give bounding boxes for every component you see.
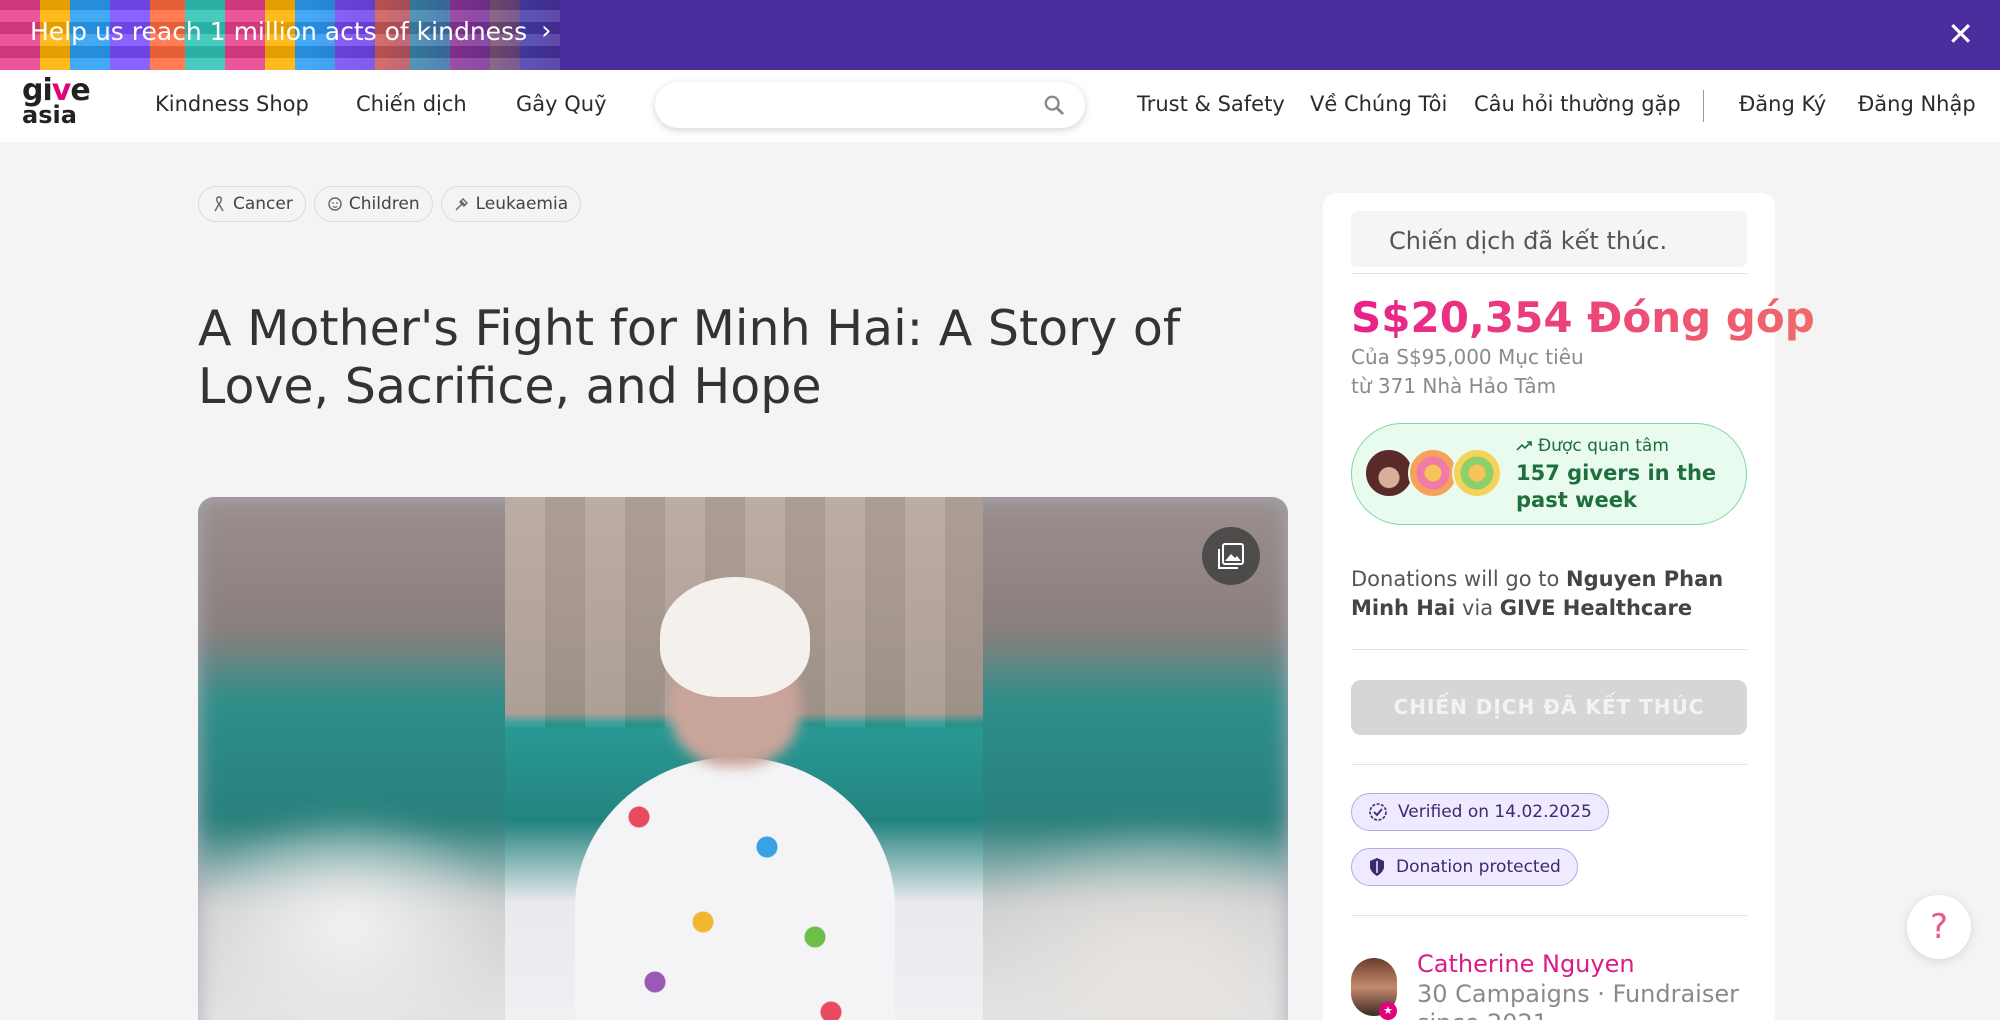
trending-label: Được quan tâm: [1516, 436, 1669, 456]
chevron-right-icon: ›: [541, 16, 552, 46]
top-nav: give asia Kindness Shop Chiến dịch Gây Q…: [0, 70, 2000, 142]
goal-amount: Của S$95,000 Mục tiêu: [1351, 345, 1584, 369]
nav-kindness-shop[interactable]: Kindness Shop: [155, 92, 309, 116]
promo-banner-link[interactable]: Help us reach 1 million acts of kindness…: [30, 16, 552, 46]
gallery-icon: [1218, 543, 1244, 569]
trending-count: 157 givers in the past week: [1516, 461, 1717, 512]
divider: [1351, 764, 1747, 765]
nav-trust-safety[interactable]: Trust & Safety: [1137, 92, 1285, 116]
nav-login[interactable]: Đăng Nhập: [1858, 92, 1976, 116]
nav-signup[interactable]: Đăng Ký: [1739, 92, 1826, 116]
search-icon[interactable]: [1043, 94, 1065, 116]
campaign-ended-button: CHIẾN DỊCH ĐÃ KẾT THÚC: [1351, 680, 1747, 735]
nav-faq[interactable]: Câu hỏi thường gặp: [1474, 92, 1681, 116]
close-icon[interactable]: ✕: [1947, 14, 1974, 54]
avatar: [1364, 448, 1414, 498]
nav-about[interactable]: Về Chúng Tôi: [1310, 92, 1447, 116]
divider: [1351, 273, 1747, 274]
star-badge-icon: ★: [1379, 1002, 1397, 1020]
child-face-icon: [328, 197, 342, 211]
nav-campaigns[interactable]: Chiến dịch: [356, 92, 467, 116]
avatar: [1452, 448, 1502, 498]
campaign-media[interactable]: [198, 497, 1288, 1020]
verified-badge[interactable]: Verified on 14.02.2025: [1351, 793, 1609, 831]
donor-count: từ 371 Nhà Hảo Tâm: [1351, 374, 1557, 398]
tag-cancer[interactable]: Cancer: [198, 186, 306, 222]
goal-info: Của S$95,000 Mục tiêu từ 371 Nhà Hảo Tâm: [1351, 343, 1584, 401]
tag-children[interactable]: Children: [313, 186, 433, 222]
help-button[interactable]: ?: [1907, 895, 1971, 959]
tag-label: Children: [348, 194, 420, 214]
leukaemia-icon: [455, 198, 468, 211]
trending-box: Được quan tâm 157 givers in the past wee…: [1351, 423, 1747, 525]
donation-destination: Donations will go to Nguyen Phan Minh Ha…: [1351, 567, 1724, 620]
verified-badge-icon: [1369, 803, 1387, 821]
shield-icon: [1370, 858, 1384, 876]
nav-divider: [1703, 90, 1704, 122]
search-input[interactable]: [675, 90, 1035, 120]
ribbon-icon: [214, 196, 224, 212]
campaign-ended-notice: Chiến dịch đã kết thúc.: [1351, 211, 1747, 267]
promo-banner: Help us reach 1 million acts of kindness…: [0, 0, 2000, 70]
promo-banner-text: Help us reach 1 million acts of kindness: [30, 16, 528, 46]
partner-name: GIVE Healthcare: [1499, 596, 1693, 620]
trending-up-icon: [1516, 441, 1532, 451]
tag-label: Cancer: [233, 194, 293, 214]
raised-amount: S$20,354 Đóng góp: [1351, 293, 1815, 342]
organizer-name[interactable]: Catherine Nguyen: [1417, 950, 1635, 978]
donation-card: Chiến dịch đã kết thúc. S$20,354 Đóng gó…: [1323, 193, 1815, 1020]
tag-leukaemia[interactable]: Leukaemia: [440, 186, 582, 222]
donation-protected-badge[interactable]: Donation protected: [1351, 848, 1578, 886]
organizer-meta: 30 Campaigns · Fundraiser since 2021: [1417, 980, 1739, 1020]
giver-avatars: [1364, 448, 1504, 500]
tag-label: Leukaemia: [475, 194, 569, 214]
gallery-button[interactable]: [1202, 527, 1260, 585]
search-bar[interactable]: [655, 82, 1085, 128]
divider: [1351, 649, 1747, 650]
campaign-photo: [505, 497, 983, 1020]
nav-fundraise[interactable]: Gây Quỹ: [516, 92, 607, 116]
divider: [1351, 915, 1747, 916]
campaign-title: A Mother's Fight for Minh Hai: A Story o…: [198, 300, 1181, 415]
avatar: [1408, 448, 1458, 498]
give-asia-logo[interactable]: give asia: [22, 76, 92, 130]
campaign-tags: Cancer Children Leukaemia: [198, 186, 582, 222]
